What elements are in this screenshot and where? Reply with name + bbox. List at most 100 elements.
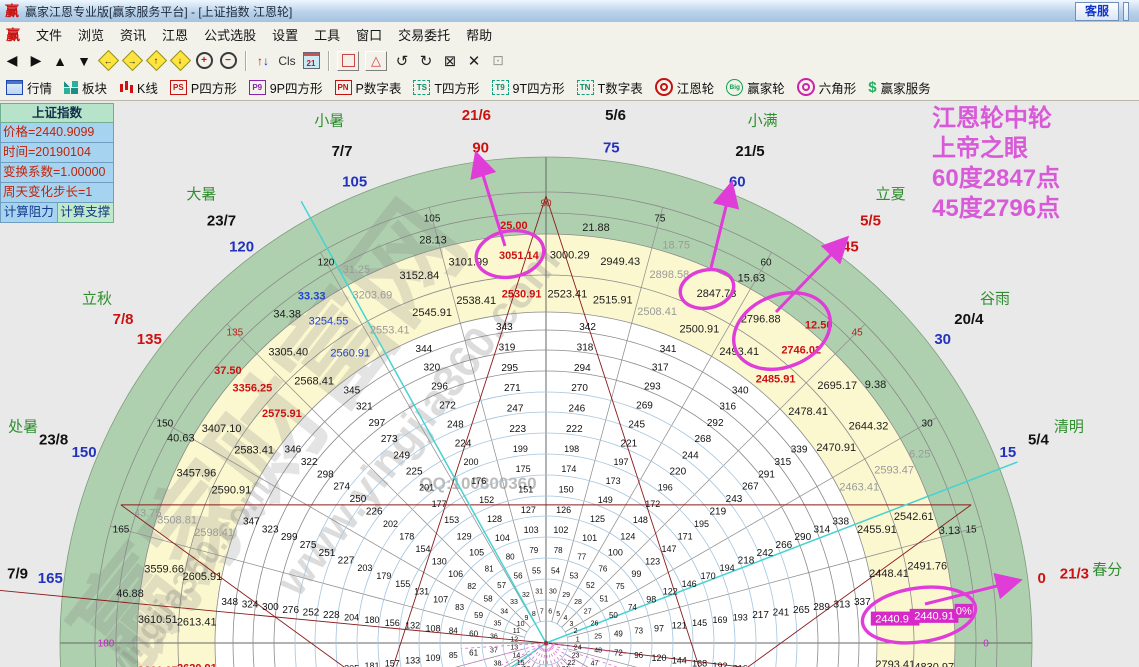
tool-9p-square[interactable]: P9 9P四方形 — [248, 78, 323, 97]
updown-icon[interactable]: ↑ ↓ — [254, 51, 272, 71]
menu-item-4[interactable]: 公式选股 — [196, 22, 264, 47]
menu-item-6[interactable]: 工具 — [306, 22, 348, 47]
tool-kline[interactable]: K线 — [119, 78, 158, 97]
tool-winner-wheel[interactable]: Big 赢家轮 — [726, 78, 785, 97]
menu-item-3[interactable]: 江恩 — [154, 22, 196, 47]
svg-text:101: 101 — [582, 533, 597, 543]
tool-t-number-table[interactable]: TN T数字表 — [576, 78, 643, 97]
svg-text:97: 97 — [654, 623, 664, 633]
tool-p-number-table[interactable]: PN P数字表 — [334, 78, 401, 97]
rotate-cw-icon[interactable]: ↻ — [417, 51, 435, 71]
svg-text:244: 244 — [682, 451, 699, 462]
svg-text:122: 122 — [663, 587, 678, 597]
menu-item-8[interactable]: 交易委托 — [390, 22, 458, 47]
svg-text:立秋: 立秋 — [82, 291, 112, 308]
svg-text:295: 295 — [501, 363, 518, 374]
svg-text:106: 106 — [448, 569, 463, 579]
svg-text:224: 224 — [455, 439, 472, 450]
menu-bar: 赢 文件 浏览 资讯 江恩 公式选股 设置 工具 窗口 交易委托 帮助 — [0, 22, 1139, 48]
tool-p-square[interactable]: PS P四方形 — [169, 78, 237, 97]
9t-square-icon: T9 — [491, 79, 509, 95]
shrink-icon[interactable]: ✕ — [465, 51, 483, 71]
tool-hexagon[interactable]: 六角形 — [796, 78, 856, 97]
svg-text:2695.17: 2695.17 — [817, 380, 857, 392]
hexagon-icon — [796, 78, 815, 96]
back-icon[interactable]: ◀ — [3, 51, 21, 71]
svg-text:6: 6 — [548, 609, 552, 616]
boxed-x-icon[interactable]: ⊠ — [441, 51, 459, 71]
svg-text:222: 222 — [566, 424, 583, 435]
svg-text:6.25: 6.25 — [909, 448, 930, 460]
svg-text:75: 75 — [616, 582, 625, 591]
window-title: 赢家江恩专业版[赢家服务平台] - [上证指数 江恩轮] — [25, 4, 293, 19]
edge-button[interactable] — [1123, 2, 1129, 21]
svg-text:273: 273 — [381, 434, 398, 445]
svg-text:341: 341 — [660, 344, 677, 355]
menu-item-0[interactable]: 文件 — [28, 22, 70, 47]
svg-text:60: 60 — [760, 257, 772, 268]
svg-text:0: 0 — [983, 639, 989, 650]
svg-text:56: 56 — [514, 571, 523, 580]
tool-winner-service[interactable]: $ 赢家服务 — [868, 78, 930, 97]
svg-text:40.63: 40.63 — [167, 433, 195, 445]
svg-text:23/8: 23/8 — [39, 431, 68, 448]
calc-support-button[interactable]: 计算支撑 — [56, 203, 114, 223]
pan-left-icon[interactable]: ← — [97, 49, 119, 72]
svg-text:2605.91: 2605.91 — [183, 571, 223, 583]
svg-text:322: 322 — [301, 457, 318, 468]
pan-right-icon[interactable]: → — [121, 49, 143, 72]
svg-text:340: 340 — [732, 385, 749, 396]
svg-text:13: 13 — [510, 645, 518, 652]
pan-down-icon[interactable]: ↓ — [169, 49, 191, 72]
svg-text:343: 343 — [496, 322, 513, 333]
menu-item-7[interactable]: 窗口 — [348, 22, 390, 47]
tool-quotes[interactable]: 行情 — [6, 78, 52, 97]
svg-text:35: 35 — [494, 620, 502, 627]
menu-item-9[interactable]: 帮助 — [458, 22, 500, 47]
svg-text:80: 80 — [506, 552, 515, 561]
svg-text:348: 348 — [221, 597, 238, 608]
svg-text:55: 55 — [532, 566, 541, 575]
square-tool-icon[interactable] — [337, 50, 359, 71]
svg-text:2440.91: 2440.91 — [914, 611, 954, 623]
pan-up-icon[interactable]: ↑ — [145, 49, 167, 72]
svg-text:76: 76 — [598, 565, 607, 574]
forward-icon[interactable]: ▶ — [27, 51, 45, 71]
svg-text:52: 52 — [586, 581, 595, 590]
calc-resistance-button[interactable]: 计算阻力 — [0, 203, 57, 223]
screen-icon[interactable]: ⊡ — [489, 51, 507, 71]
cls-button[interactable]: Cls — [278, 51, 296, 71]
svg-text:47: 47 — [591, 661, 599, 667]
svg-text:20/4: 20/4 — [954, 311, 984, 328]
svg-text:2949.43: 2949.43 — [600, 256, 640, 268]
support-button[interactable]: 客服 — [1074, 2, 1119, 21]
menu-item-5[interactable]: 设置 — [264, 22, 306, 47]
tool-9t-square[interactable]: T9 9T四方形 — [491, 78, 565, 97]
t-number-table-icon: TN — [576, 79, 594, 95]
menu-item-1[interactable]: 浏览 — [70, 22, 112, 47]
svg-text:31.25: 31.25 — [343, 264, 371, 276]
triangle-tool-icon[interactable]: △ — [365, 50, 387, 71]
svg-text:300: 300 — [262, 602, 279, 613]
zoom-out-icon[interactable]: − — [219, 51, 237, 71]
svg-text:53: 53 — [569, 571, 578, 580]
p-square-icon: PS — [169, 79, 187, 95]
menu-item-2[interactable]: 资讯 — [112, 22, 154, 47]
svg-text:155: 155 — [395, 579, 410, 589]
up-icon[interactable]: ▲ — [51, 51, 69, 71]
tool-sectors[interactable]: 板块 — [64, 78, 107, 97]
svg-text:26: 26 — [591, 620, 599, 627]
down-icon[interactable]: ▼ — [75, 51, 93, 71]
tool-t-square[interactable]: TS T四方形 — [413, 78, 480, 97]
svg-text:21.88: 21.88 — [582, 222, 610, 234]
svg-text:45: 45 — [852, 327, 864, 338]
svg-text:43.75: 43.75 — [134, 508, 162, 520]
svg-text:149: 149 — [598, 495, 613, 505]
rotate-ccw-icon[interactable]: ↺ — [393, 51, 411, 71]
tool-gann-wheel[interactable]: 江恩轮 — [654, 78, 714, 97]
zoom-in-icon[interactable]: + — [195, 51, 213, 71]
svg-text:165: 165 — [113, 525, 130, 536]
calendar-icon[interactable]: 21 — [302, 51, 320, 71]
svg-text:34: 34 — [500, 609, 508, 616]
svg-text:3610.51: 3610.51 — [138, 614, 178, 626]
